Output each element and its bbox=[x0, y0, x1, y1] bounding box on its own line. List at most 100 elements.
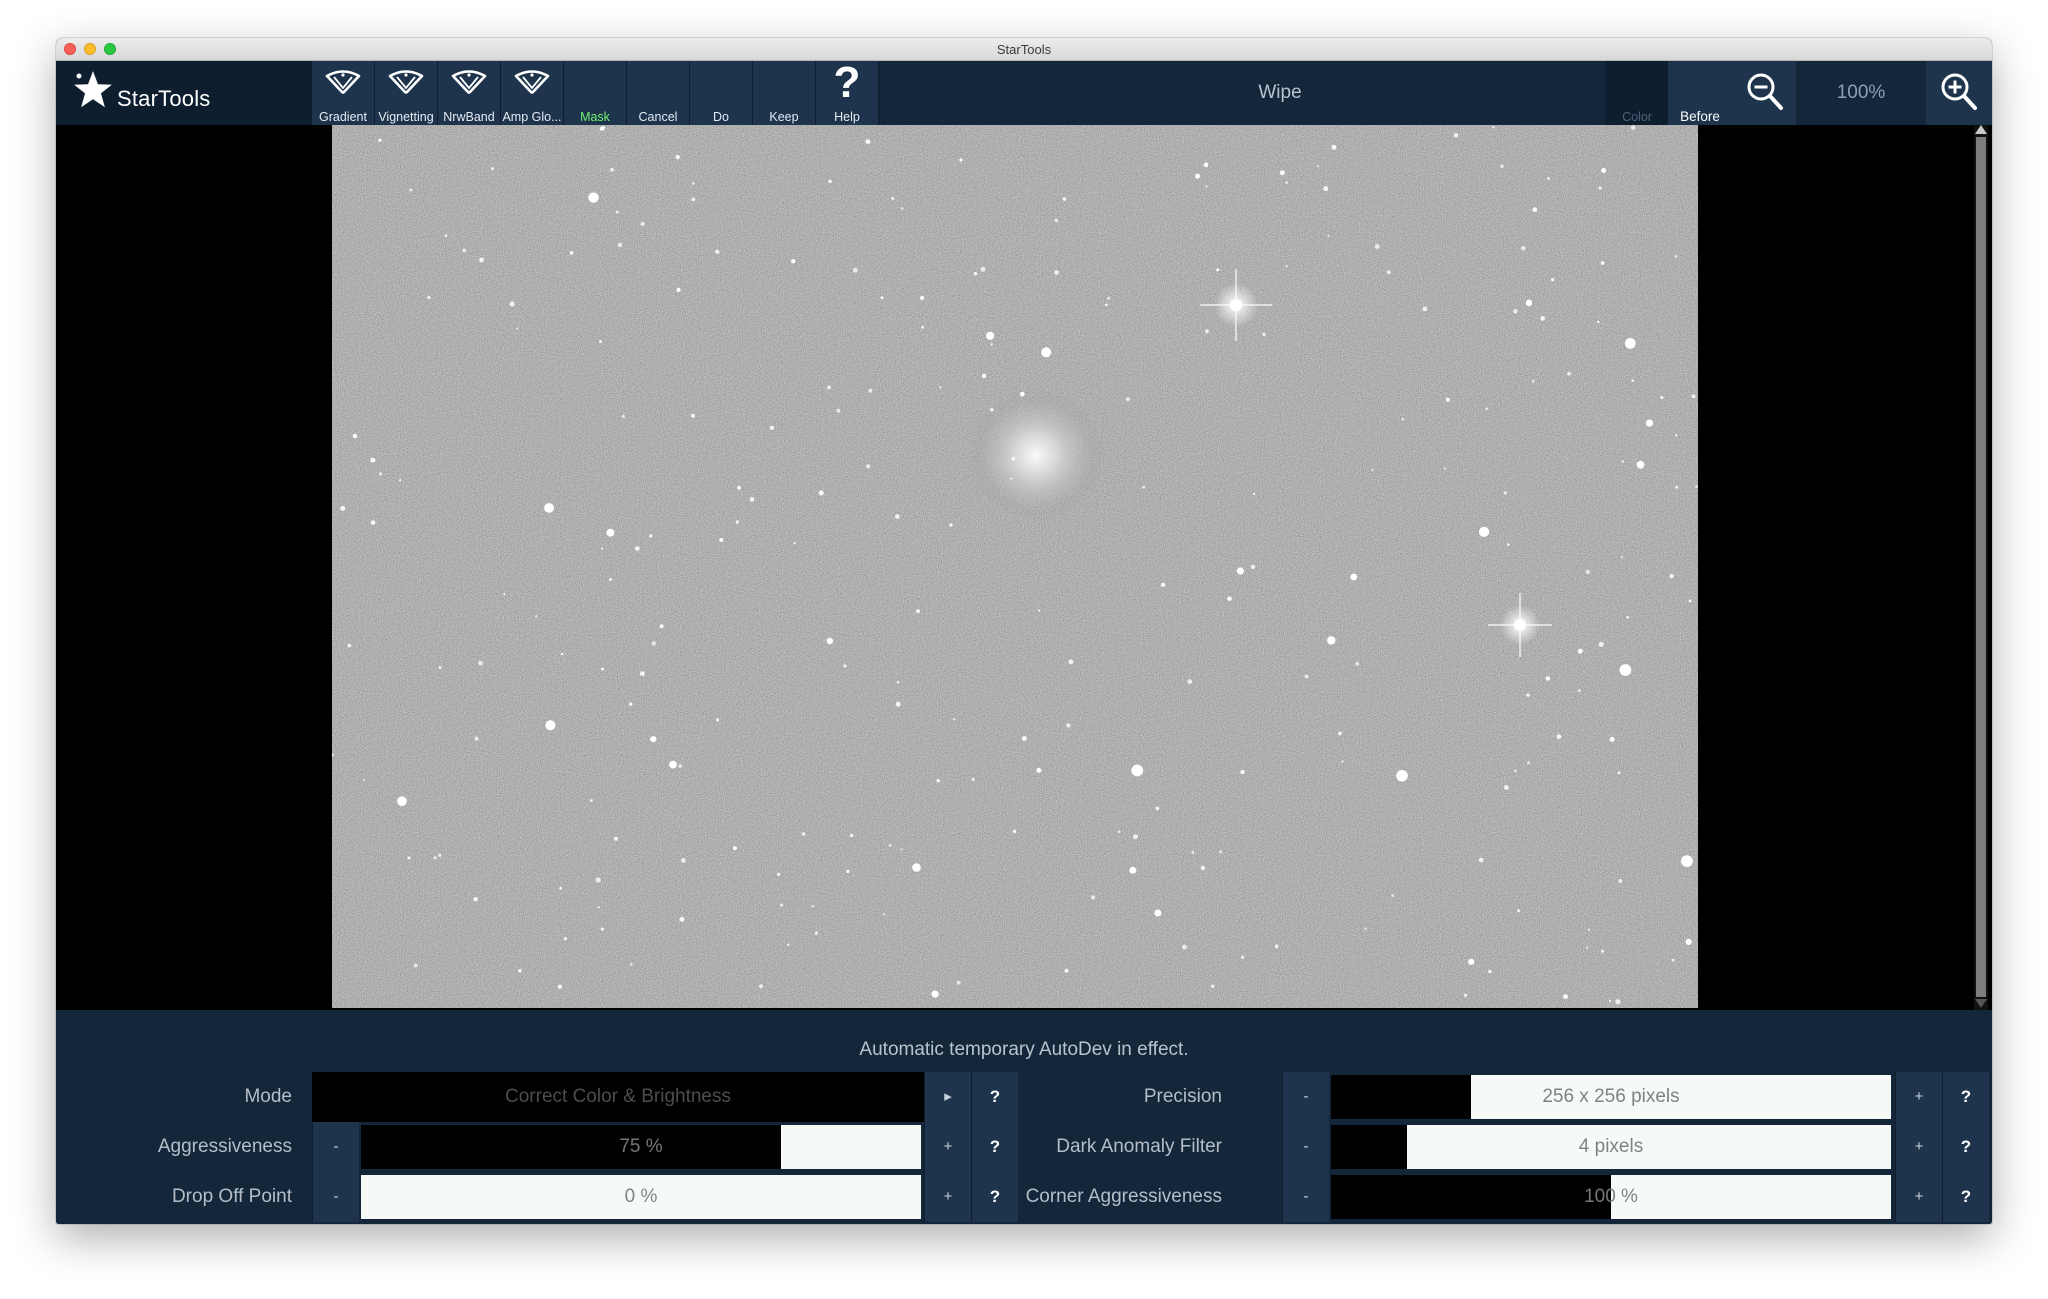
star bbox=[678, 764, 682, 768]
star bbox=[650, 736, 657, 743]
dark-anomaly-value: 4 pixels bbox=[1578, 1136, 1644, 1157]
star bbox=[630, 963, 633, 966]
star bbox=[1645, 419, 1654, 427]
mode-next-button[interactable]: ▸ bbox=[924, 1072, 971, 1122]
drop-off-decrease-button[interactable]: - bbox=[312, 1172, 359, 1222]
star bbox=[801, 832, 806, 836]
star bbox=[649, 534, 653, 538]
mode-help-button[interactable]: ? bbox=[971, 1072, 1018, 1122]
star bbox=[1036, 767, 1042, 773]
star bbox=[1323, 186, 1329, 192]
star bbox=[1105, 303, 1108, 307]
drop-off-slider[interactable]: 0 % bbox=[361, 1175, 921, 1219]
star bbox=[956, 980, 961, 985]
star bbox=[473, 897, 478, 902]
star bbox=[438, 666, 442, 669]
star bbox=[1250, 564, 1256, 569]
star bbox=[617, 242, 623, 248]
star bbox=[1364, 927, 1367, 930]
star bbox=[1608, 999, 1612, 1002]
aggressiveness-slider[interactable]: 75 % bbox=[361, 1125, 921, 1169]
star bbox=[959, 158, 963, 162]
star bbox=[1350, 573, 1358, 581]
corner-aggressiveness-decrease-button[interactable]: - bbox=[1282, 1172, 1329, 1222]
aggressiveness-decrease-button[interactable]: - bbox=[312, 1122, 359, 1172]
star bbox=[936, 778, 940, 783]
dark-anomaly-increase-button[interactable]: + bbox=[1895, 1122, 1942, 1172]
star bbox=[597, 906, 600, 909]
corner-aggressiveness-help-button[interactable]: ? bbox=[1942, 1172, 1989, 1222]
star bbox=[613, 836, 618, 841]
star bbox=[1669, 574, 1674, 579]
dark-anomaly-slider[interactable]: 4 pixels bbox=[1331, 1125, 1891, 1169]
dark-anomaly-help-button[interactable]: ? bbox=[1942, 1122, 1989, 1172]
star bbox=[691, 197, 696, 202]
star bbox=[895, 514, 900, 519]
precision-slider[interactable]: 256 x 256 pixels bbox=[1331, 1075, 1891, 1119]
dark-anomaly-filter-label: Dark Anomaly Filter bbox=[1056, 1136, 1222, 1157]
star bbox=[1374, 244, 1380, 250]
mode-select[interactable]: Correct Color & Brightness bbox=[312, 1072, 924, 1122]
star bbox=[826, 637, 834, 645]
zoom-out-button[interactable] bbox=[1732, 61, 1796, 125]
star bbox=[777, 872, 781, 876]
star bbox=[1551, 278, 1555, 282]
color-button[interactable]: Color bbox=[1606, 61, 1668, 125]
star bbox=[737, 485, 741, 490]
image-viewport[interactable] bbox=[56, 125, 1992, 1010]
star bbox=[901, 207, 904, 210]
keep-label: Keep bbox=[769, 110, 799, 124]
zoom-in-button[interactable] bbox=[1926, 61, 1992, 125]
app-name: StarTools bbox=[117, 86, 211, 111]
star bbox=[1205, 185, 1208, 188]
aggressiveness-help-button[interactable]: ? bbox=[971, 1122, 1018, 1172]
vertical-scrollbar[interactable] bbox=[1974, 125, 1988, 1010]
dark-anomaly-decrease-button[interactable]: - bbox=[1282, 1122, 1329, 1172]
star bbox=[818, 490, 824, 496]
star bbox=[347, 643, 352, 648]
scrollbar-thumb[interactable] bbox=[1976, 137, 1986, 997]
star bbox=[1503, 491, 1507, 495]
precision-decrease-button[interactable]: - bbox=[1282, 1072, 1329, 1122]
status-message: Automatic temporary AutoDev in effect. bbox=[859, 1039, 1189, 1060]
precision-increase-button[interactable]: + bbox=[1895, 1072, 1942, 1122]
scroll-down-arrow-icon[interactable] bbox=[1975, 999, 1987, 1008]
star bbox=[1504, 785, 1509, 790]
corner-aggressiveness-slider[interactable]: 100 % bbox=[1331, 1175, 1891, 1219]
star bbox=[1485, 407, 1489, 411]
star bbox=[563, 937, 567, 941]
aggressiveness-increase-button[interactable]: + bbox=[924, 1122, 971, 1172]
star bbox=[679, 916, 685, 922]
star bbox=[719, 537, 724, 543]
star bbox=[1478, 857, 1484, 863]
star bbox=[786, 943, 790, 947]
star bbox=[1262, 332, 1266, 337]
drop-off-help-button[interactable]: ? bbox=[971, 1172, 1018, 1222]
star bbox=[1187, 679, 1193, 684]
gradient-button[interactable]: Gradient bbox=[312, 61, 375, 125]
amp-glow-button[interactable]: Amp Glo... bbox=[501, 61, 564, 125]
star bbox=[1327, 636, 1336, 645]
before-button[interactable]: Before bbox=[1668, 61, 1732, 125]
cancel-button[interactable]: Cancel bbox=[627, 61, 690, 125]
star bbox=[1253, 492, 1256, 495]
drop-off-increase-button[interactable]: + bbox=[924, 1172, 971, 1222]
mask-button[interactable]: Mask bbox=[564, 61, 627, 125]
star bbox=[735, 520, 740, 524]
star bbox=[1479, 526, 1490, 537]
corner-aggressiveness-increase-button[interactable]: + bbox=[1895, 1172, 1942, 1222]
nrwband-button[interactable]: NrwBand bbox=[438, 61, 501, 125]
keep-button[interactable]: Keep bbox=[753, 61, 816, 125]
star bbox=[1012, 829, 1017, 834]
precision-help-button[interactable]: ? bbox=[1942, 1072, 1989, 1122]
vignetting-button[interactable]: Vignetting bbox=[375, 61, 438, 125]
do-button[interactable]: Do bbox=[690, 61, 753, 125]
star bbox=[1155, 806, 1160, 811]
scroll-up-arrow-icon[interactable] bbox=[1975, 125, 1987, 134]
star bbox=[615, 210, 619, 214]
star bbox=[635, 546, 640, 551]
star bbox=[1681, 855, 1693, 867]
help-button[interactable]: ? Help bbox=[816, 61, 879, 125]
star bbox=[716, 718, 720, 722]
star bbox=[1401, 417, 1404, 421]
